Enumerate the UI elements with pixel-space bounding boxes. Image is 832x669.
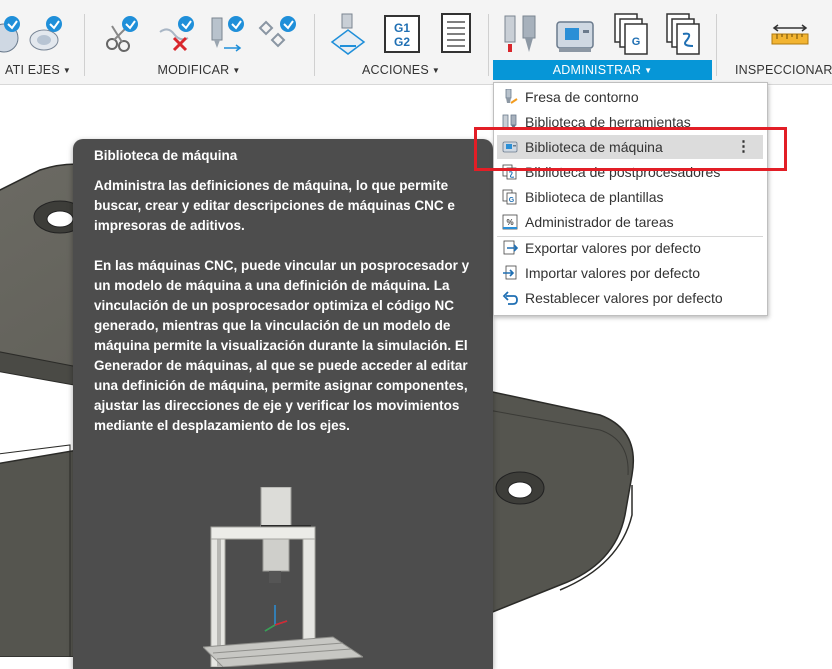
menu-item-label: Biblioteca de plantillas — [525, 189, 664, 205]
svg-text:G: G — [509, 197, 515, 204]
tool-library-ribbon-icon[interactable] — [499, 12, 543, 56]
group-label-inspeccionar[interactable]: INSPECCIONAR — [722, 60, 832, 80]
menu-item-biblioteca-plantillas[interactable]: G Biblioteca de plantillas — [497, 185, 763, 209]
move-toolpath-icon[interactable] — [204, 12, 248, 56]
svg-text:G1: G1 — [394, 21, 410, 35]
delete-toolpath-icon[interactable] — [154, 12, 198, 56]
group-label-modificar[interactable]: MODIFICAR ▼ — [86, 60, 312, 80]
group-multi-axis: ATI EJES ▼ — [0, 0, 82, 84]
group-label-administrar[interactable]: ADMINISTRAR ▼ — [493, 60, 712, 80]
menu-item-label: Administrador de tareas — [525, 214, 674, 230]
tooltip-paragraph: En las máquinas CNC, puede vincular un p… — [94, 258, 470, 433]
ribbon-toolbar: ATI EJES ▼ MODIFICAR ▼ G1 G2 ACCIONES ▼ … — [0, 0, 832, 85]
highlight-annotation-box — [474, 127, 787, 171]
toolbar-separator — [716, 14, 717, 76]
toolbar-separator — [84, 14, 85, 76]
menu-item-administrador-tareas[interactable]: % Administrador de tareas — [497, 210, 763, 234]
group-label-multi-axis[interactable]: ATI EJES ▼ — [0, 60, 82, 80]
template-library-icon: G — [502, 189, 517, 205]
group-modificar: MODIFICAR ▼ — [86, 0, 312, 84]
menu-item-label: Restablecer valores por defecto — [525, 290, 723, 306]
administrar-dropdown-menu: Fresa de contorno Biblioteca de herramie… — [493, 82, 768, 316]
multi-axis-tool-icon[interactable] — [0, 12, 26, 56]
tooltip-paragraph: Administra las definiciones de máquina, … — [94, 178, 455, 233]
tooltip-panel: Biblioteca de máquina Administra las def… — [73, 139, 493, 669]
svg-text:G2: G2 — [394, 35, 410, 49]
post-library-ribbon-icon[interactable] — [661, 12, 705, 56]
menu-item-label: Importar valores por defecto — [525, 265, 701, 281]
group-acciones: G1 G2 ACCIONES ▼ — [316, 0, 486, 84]
measure-icon[interactable] — [768, 12, 812, 56]
menu-item-exportar-valores[interactable]: Exportar valores por defecto — [497, 236, 763, 260]
menu-item-label: Exportar valores por defecto — [525, 240, 701, 256]
tooltip-title: Biblioteca de máquina — [94, 148, 238, 163]
task-manager-icon: % — [502, 214, 518, 230]
group-inspeccionar: INSPECCIONAR — [722, 0, 832, 84]
cut-toolpath-icon[interactable] — [98, 12, 142, 56]
multi-axis-surface-icon[interactable] — [24, 12, 68, 56]
end-mill-icon — [505, 89, 518, 104]
reset-icon — [502, 291, 518, 305]
svg-text:G: G — [632, 36, 641, 48]
menu-item-fresa-contorno[interactable]: Fresa de contorno — [497, 85, 763, 109]
toolbar-separator — [488, 14, 489, 76]
menu-item-importar-valores[interactable]: Importar valores por defecto — [497, 261, 763, 285]
template-library-ribbon-icon[interactable]: G — [609, 12, 653, 56]
post-process-icon[interactable]: G1 G2 — [380, 12, 424, 56]
tooltip-body: Administra las definiciones de máquina, … — [94, 176, 474, 456]
simulate-icon[interactable] — [326, 12, 370, 56]
setup-sheet-icon[interactable] — [434, 12, 478, 56]
cnc-machine-illustration — [203, 487, 363, 667]
machine-library-ribbon-icon[interactable] — [553, 12, 597, 56]
group-administrar: G ADMINISTRAR ▼ — [493, 0, 712, 84]
pattern-toolpath-icon[interactable] — [256, 12, 300, 56]
export-icon — [503, 240, 518, 255]
menu-item-restablecer-valores[interactable]: Restablecer valores por defecto — [497, 286, 763, 310]
svg-text:%: % — [506, 218, 513, 227]
toolbar-separator — [314, 14, 315, 76]
group-label-acciones[interactable]: ACCIONES ▼ — [316, 60, 486, 80]
import-icon — [503, 265, 517, 280]
menu-item-label: Fresa de contorno — [525, 89, 639, 105]
